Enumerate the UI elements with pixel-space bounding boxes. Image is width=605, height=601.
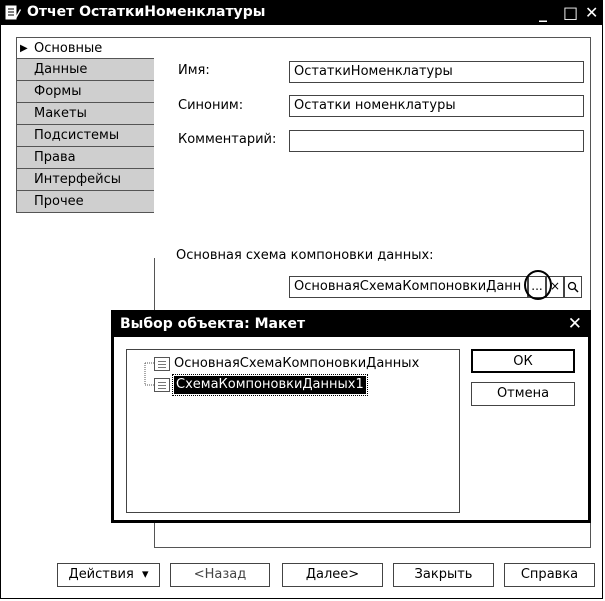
- tab-label: Интерфейсы: [34, 172, 122, 187]
- title-bar[interactable]: Отчет ОстаткиНоменклатуры _ □ ✕: [1, 1, 602, 25]
- next-button[interactable]: Далее>: [282, 563, 383, 587]
- tree-item-label: ОсновнаяСхемаКомпоновкиДанных: [174, 356, 420, 371]
- tab-rights[interactable]: Права: [16, 147, 155, 169]
- comment-field[interactable]: [289, 130, 584, 152]
- select-object-dialog: Выбор объекта: Макет ✕ ОсновнаяСхемаКомп…: [111, 310, 591, 523]
- close-button[interactable]: ✕: [585, 3, 598, 22]
- dialog-title-bar[interactable]: Выбор объекта: Макет ✕: [114, 313, 588, 337]
- tree-item-label: СхемаКомпоновкиДанных1: [172, 374, 368, 396]
- tab-label: Подсистемы: [34, 128, 120, 143]
- chevron-down-icon: ▾: [141, 567, 149, 582]
- tab-label: Макеты: [34, 106, 87, 121]
- magnifier-icon: [567, 281, 579, 293]
- tab-templates[interactable]: Макеты: [16, 103, 155, 125]
- open-button[interactable]: [564, 276, 582, 298]
- tab-other[interactable]: Прочее: [16, 191, 155, 213]
- cancel-button[interactable]: Отмена: [471, 382, 575, 406]
- maximize-button[interactable]: □: [563, 3, 578, 22]
- schema-label: Основная схема компоновки данных:: [176, 248, 434, 263]
- close-dialog-button[interactable]: Закрыть: [393, 563, 494, 587]
- template-icon: [154, 378, 170, 392]
- template-icon: [154, 357, 170, 371]
- name-label: Имя:: [178, 63, 210, 78]
- tab-label: Основные: [34, 41, 103, 56]
- tab-label: Права: [34, 150, 76, 165]
- tab-subsystems[interactable]: Подсистемы: [16, 125, 155, 147]
- dialog-title: Выбор объекта: Макет: [120, 316, 306, 332]
- ok-button[interactable]: ОК: [471, 349, 575, 373]
- actions-button[interactable]: Действия ▾: [57, 563, 160, 587]
- help-button[interactable]: Справка: [504, 563, 595, 587]
- active-tab-marker-icon: ▶: [20, 43, 28, 54]
- actions-label: Действия: [68, 567, 134, 582]
- minimize-button[interactable]: _: [539, 3, 547, 22]
- comment-label: Комментарий:: [178, 132, 277, 147]
- window-title: Отчет ОстаткиНоменклатуры: [27, 4, 266, 20]
- template-tree[interactable]: ОсновнаяСхемаКомпоновкиДанных СхемаКомпо…: [126, 349, 460, 513]
- tab-label: Данные: [34, 62, 88, 77]
- name-field[interactable]: ОстаткиНоменклатуры: [289, 61, 584, 83]
- tab-data[interactable]: Данные: [16, 59, 155, 81]
- tab-label: Формы: [34, 84, 82, 99]
- tab-interfaces[interactable]: Интерфейсы: [16, 169, 155, 191]
- synonym-label: Синоним:: [178, 98, 244, 113]
- tab-main[interactable]: ▶ Основные: [16, 37, 155, 59]
- tab-list: ▶ Основные Данные Формы Макеты Подсистем…: [16, 37, 155, 213]
- dialog-close-button[interactable]: ✕: [568, 314, 582, 334]
- back-button[interactable]: <Назад: [170, 563, 270, 587]
- synonym-field[interactable]: Остатки номенклатуры: [289, 95, 584, 117]
- tab-forms[interactable]: Формы: [16, 81, 155, 103]
- tab-label: Прочее: [34, 194, 84, 209]
- schema-field[interactable]: ОсновнаяСхемаКомпоновкиДанн: [289, 276, 528, 298]
- report-icon: [5, 5, 21, 20]
- highlight-circle: [524, 270, 552, 300]
